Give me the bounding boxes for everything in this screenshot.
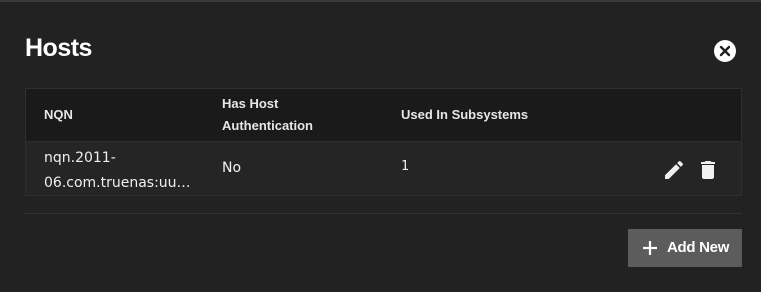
close-icon (719, 45, 731, 57)
column-header-has-host-authentication[interactable]: Has Host Authentication (222, 93, 352, 137)
cell-has-host-authentication: No (222, 160, 242, 176)
edit-button[interactable] (662, 158, 686, 182)
nqn-text: 06.com.truenas:uu… (44, 175, 191, 191)
dialog-title: Hosts (25, 34, 92, 62)
nqn-text: nqn.2011- (44, 150, 116, 166)
plus-icon (643, 241, 657, 255)
footer-divider (25, 213, 742, 214)
column-header-used-in-subsystems[interactable]: Used In Subsystems (401, 104, 528, 126)
add-new-button[interactable]: Add New (628, 229, 742, 267)
column-header-label: Authentication (222, 118, 313, 133)
hosts-table: NQN Has Host Authentication Used In Subs… (25, 88, 742, 196)
table-row[interactable]: nqn.2011- 06.com.truenas:uu… No 1 (26, 141, 741, 195)
close-button[interactable] (714, 40, 736, 62)
column-header-nqn[interactable]: NQN (44, 104, 73, 126)
table-header: NQN Has Host Authentication Used In Subs… (26, 89, 741, 141)
add-new-label: Add New (667, 239, 730, 256)
delete-icon (701, 161, 715, 179)
delete-button[interactable] (696, 158, 720, 182)
cell-used-in-subsystems: 1 (401, 159, 409, 174)
column-header-label: Has Host (222, 96, 279, 111)
cell-nqn: nqn.2011- 06.com.truenas:uu… (44, 146, 194, 196)
edit-icon (665, 160, 684, 179)
